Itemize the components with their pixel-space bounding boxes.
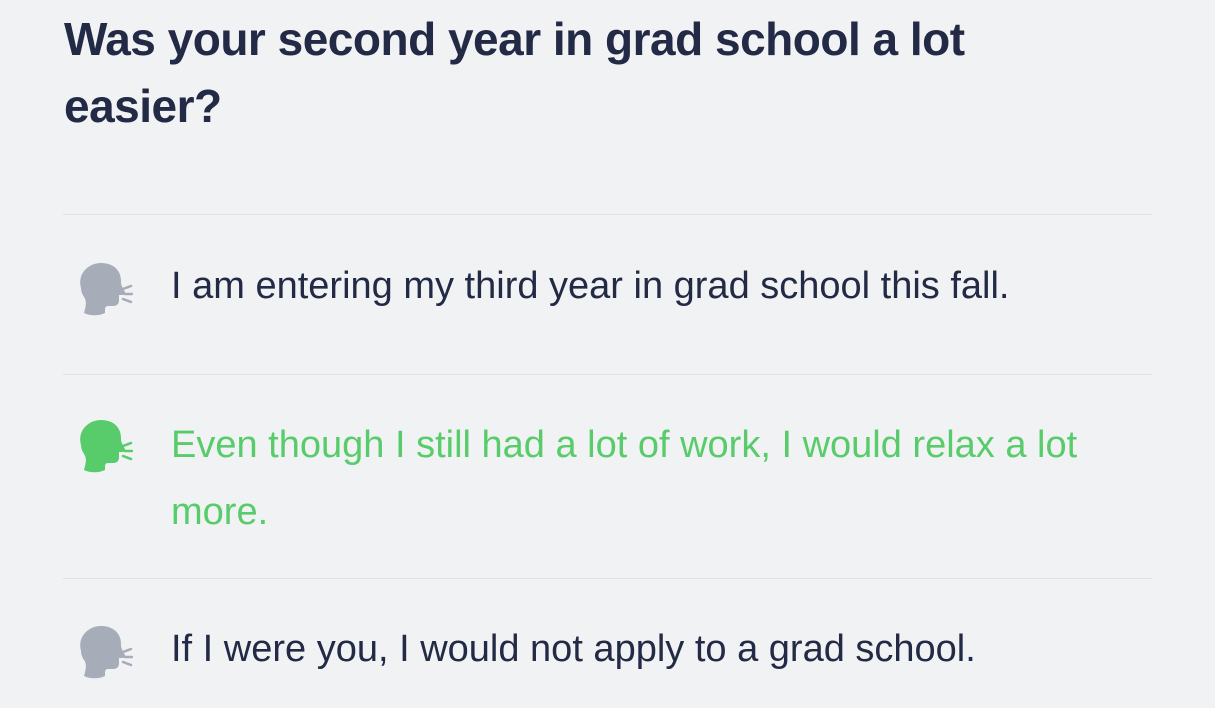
answer-option-text: If I were you, I would not apply to a gr…: [171, 628, 976, 670]
question-title: Was your second year in grad school a lo…: [64, 13, 965, 132]
answer-option-text: I am entering my third year in grad scho…: [171, 265, 1010, 307]
speaking-head-icon: [73, 261, 133, 319]
answer-option-3[interactable]: If I were you, I would not apply to a gr…: [63, 579, 1152, 708]
answer-option-1[interactable]: I am entering my third year in grad scho…: [63, 215, 1152, 374]
speaking-head-icon: [73, 418, 133, 476]
speaking-head-icon: [73, 624, 133, 682]
answer-option-text: Even though I still had a lot of work, I…: [171, 424, 1078, 533]
answer-option-2[interactable]: Even though I still had a lot of work, I…: [63, 375, 1152, 578]
answer-options: I am entering my third year in grad scho…: [63, 214, 1152, 708]
